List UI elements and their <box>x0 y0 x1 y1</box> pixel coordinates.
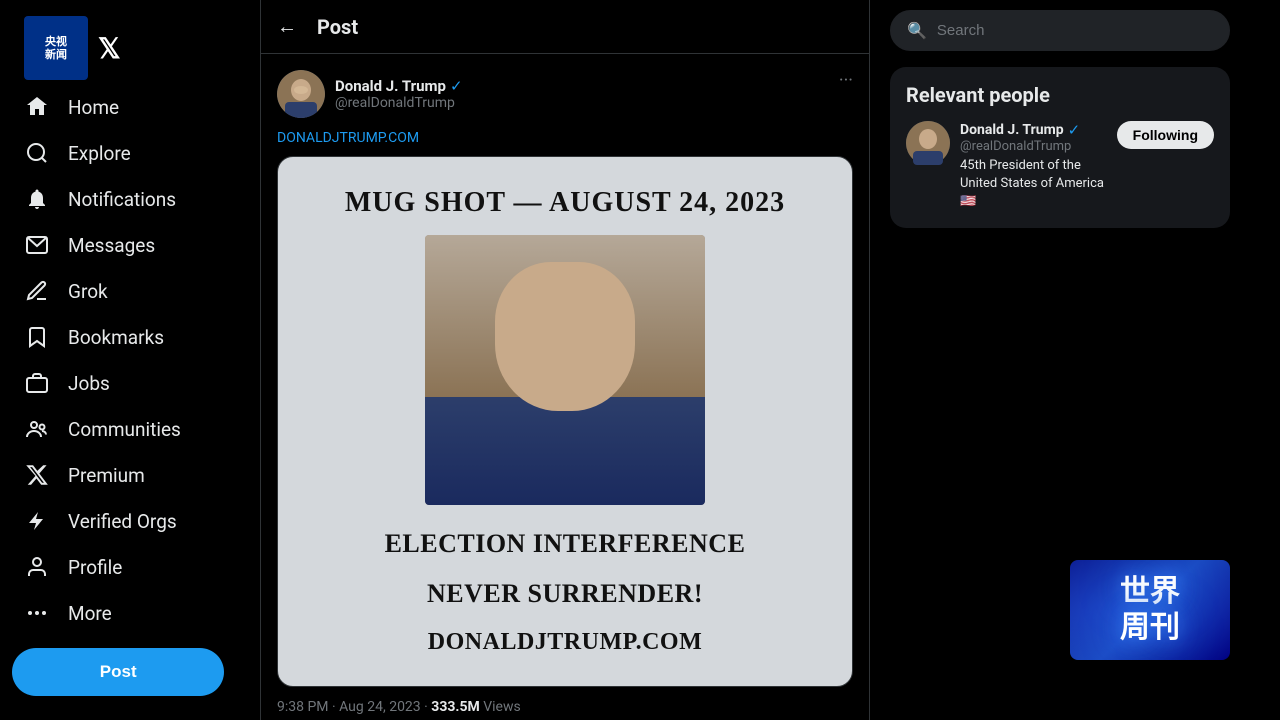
sidebar-item-notifications[interactable]: Notifications <box>12 176 248 222</box>
sidebar-item-communities[interactable]: Communities <box>12 406 248 452</box>
post-button[interactable]: Post <box>12 648 224 696</box>
home-icon <box>24 94 50 120</box>
sidebar-item-label-more: More <box>68 602 112 625</box>
sidebar-item-more[interactable]: More <box>12 590 248 636</box>
person-bio: 45th President of the United States of A… <box>960 157 1107 212</box>
sidebar-item-label-profile: Profile <box>68 556 122 579</box>
premium-icon <box>24 462 50 488</box>
communities-icon <box>24 416 50 442</box>
post-header: ← Post <box>261 0 869 54</box>
messages-icon <box>24 232 50 258</box>
sidebar-item-label-communities: Communities <box>68 418 181 441</box>
sidebar-item-label-explore: Explore <box>68 142 131 165</box>
sidebar-item-messages[interactable]: Messages <box>12 222 248 268</box>
back-button[interactable]: ← <box>277 14 297 39</box>
tweet-container: Donald J. Trump ✓ @realDonaldTrump ··· D… <box>261 54 869 720</box>
sidebar-item-premium[interactable]: Premium <box>12 452 248 498</box>
tweet-author-info: Donald J. Trump ✓ @realDonaldTrump <box>277 70 463 118</box>
sidebar-item-label-verified-orgs: Verified Orgs <box>68 510 177 533</box>
cctv-program-watermark: 世界 周刊 <box>1070 560 1230 660</box>
main-content: ← Post Donald J. Trump ✓ <box>260 0 870 720</box>
cctv-logo: 央视 新闻 <box>24 16 88 80</box>
person-name-row: Donald J. Trump ✓ <box>960 121 1107 139</box>
mug-shot-card: MUG SHOT — AUGUST 24, 2023 ELECTION INTE… <box>277 156 853 687</box>
sidebar-item-bookmarks[interactable]: Bookmarks <box>12 314 248 360</box>
right-sidebar: 🔍 Relevant people Donald J. Trump ✓ @rea… <box>870 0 1250 720</box>
cctv-watermark-text: 世界 周刊 <box>1120 574 1180 646</box>
post-page-title: Post <box>317 15 358 39</box>
tweet-timestamp: 9:38 PM · Aug 24, 2023 <box>277 699 421 715</box>
sidebar-item-label-bookmarks: Bookmarks <box>68 326 164 349</box>
person-info: Donald J. Trump ✓ @realDonaldTrump 45th … <box>960 121 1107 212</box>
search-input[interactable] <box>937 22 1213 39</box>
notifications-icon <box>24 186 50 212</box>
tweet-meta: 9:38 PM · Aug 24, 2023 · 333.5M Views <box>277 699 853 715</box>
sidebar-item-label-premium: Premium <box>68 464 145 487</box>
views-label: Views <box>483 699 521 715</box>
tweet-author-row: Donald J. Trump ✓ @realDonaldTrump ··· <box>277 70 853 118</box>
author-details: Donald J. Trump ✓ @realDonaldTrump <box>335 77 463 111</box>
sidebar-item-verified-orgs[interactable]: Verified Orgs <box>12 498 248 544</box>
mug-text-website: DONALDJTRUMP.COM <box>428 629 702 656</box>
sidebar-item-grok[interactable]: Grok <box>12 268 248 314</box>
person-row: Donald J. Trump ✓ @realDonaldTrump 45th … <box>906 121 1214 212</box>
sidebar-item-jobs[interactable]: Jobs <box>12 360 248 406</box>
sidebar-item-label-grok: Grok <box>68 280 108 303</box>
more-icon <box>24 600 50 626</box>
verified-badge: ✓ <box>450 77 463 95</box>
author-handle[interactable]: @realDonaldTrump <box>335 95 463 111</box>
search-icon: 🔍 <box>907 21 927 40</box>
sidebar-nav: Home Explore Notifications Messages Grok… <box>12 84 248 636</box>
mug-shot-title: MUG SHOT — AUGUST 24, 2023 <box>345 187 785 219</box>
person-name[interactable]: Donald J. Trump <box>960 122 1064 138</box>
tweet-views: 333.5M <box>431 699 479 715</box>
author-avatar[interactable] <box>277 70 325 118</box>
author-name[interactable]: Donald J. Trump <box>335 77 446 95</box>
grok-icon <box>24 278 50 304</box>
person-verified-badge: ✓ <box>1068 121 1081 139</box>
bookmarks-icon <box>24 324 50 350</box>
logo-area: 央视 新闻 𝕏 <box>12 8 248 84</box>
author-name-row: Donald J. Trump ✓ <box>335 77 463 95</box>
cctv-line1: 央视 <box>45 35 67 48</box>
profile-icon <box>24 554 50 580</box>
x-logo[interactable]: 𝕏 <box>98 32 121 65</box>
jobs-icon <box>24 370 50 396</box>
person-avatar[interactable] <box>906 121 950 165</box>
person-handle[interactable]: @realDonaldTrump <box>960 139 1107 154</box>
search-bar[interactable]: 🔍 <box>890 10 1230 51</box>
mug-shot-image <box>425 235 705 505</box>
tweet-link[interactable]: DONALDJTRUMP.COM <box>277 130 853 146</box>
explore-icon <box>24 140 50 166</box>
more-options-button[interactable]: ··· <box>839 70 853 91</box>
sidebar-item-profile[interactable]: Profile <box>12 544 248 590</box>
sidebar-item-label-home: Home <box>68 96 119 119</box>
relevant-people-title: Relevant people <box>906 83 1214 107</box>
verified-orgs-icon <box>24 508 50 534</box>
cctv-line2: 新闻 <box>45 48 67 61</box>
sidebar-item-label-jobs: Jobs <box>68 372 110 395</box>
sidebar-item-explore[interactable]: Explore <box>12 130 248 176</box>
sidebar-item-label-notifications: Notifications <box>68 188 176 211</box>
sidebar-item-home[interactable]: Home <box>12 84 248 130</box>
following-button[interactable]: Following <box>1117 121 1214 149</box>
sidebar-item-label-messages: Messages <box>68 234 155 257</box>
mug-text-election: ELECTION INTERFERENCE <box>385 529 746 559</box>
left-sidebar: 央视 新闻 𝕏 Home Explore Notifications Messa… <box>0 0 260 720</box>
relevant-people-card: Relevant people Donald J. Trump ✓ @realD… <box>890 67 1230 228</box>
face-silhouette <box>425 235 705 505</box>
mug-text-surrender: NEVER SURRENDER! <box>427 579 703 609</box>
